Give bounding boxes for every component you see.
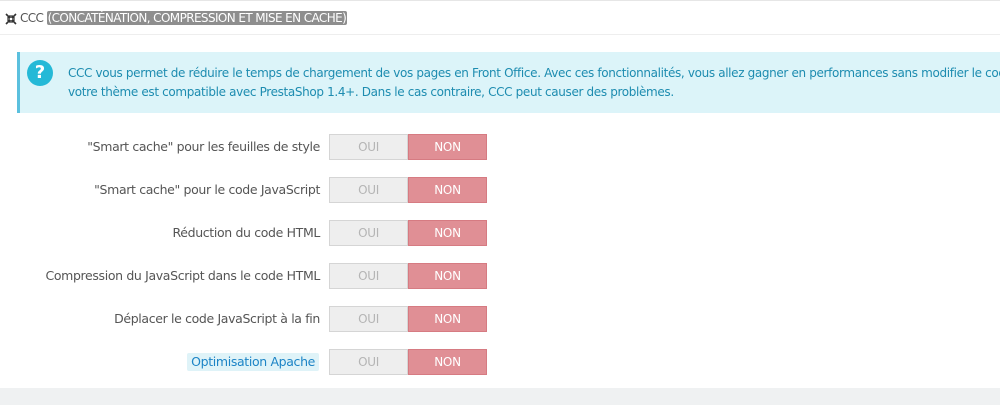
panel-heading: CCC (CONCATÉNATION, COMPRESSION ET MISE …	[0, 1, 1000, 35]
setting-row-defer-js: Déplacer le code JavaScript à la fin OUI…	[0, 306, 1000, 332]
smart-cache-js-switch[interactable]: OUI NON	[329, 177, 487, 203]
ccc-panel: CCC (CONCATÉNATION, COMPRESSION ET MISE …	[0, 0, 1000, 388]
question-icon: ?	[27, 60, 53, 86]
smart-cache-css-switch[interactable]: OUI NON	[329, 134, 487, 160]
setting-label-smart-cache-js: "Smart cache" pour le code JavaScript	[94, 182, 320, 197]
defer-js-switch[interactable]: OUI NON	[329, 306, 487, 332]
apache-optim-yes-option[interactable]: OUI	[329, 349, 408, 375]
inline-js-compress-no-option[interactable]: NON	[408, 263, 487, 289]
apache-optim-no-option[interactable]: NON	[408, 349, 487, 375]
setting-label-defer-js: Déplacer le code JavaScript à la fin	[114, 311, 320, 326]
smart-cache-js-yes-option[interactable]: OUI	[329, 177, 408, 203]
panel-title: CCC (CONCATÉNATION, COMPRESSION ET MISE …	[20, 10, 348, 26]
setting-label-apache-optim[interactable]: Optimisation Apache	[187, 353, 319, 371]
setting-row-smart-cache-js: "Smart cache" pour le code JavaScript OU…	[0, 177, 1000, 203]
setting-row-inline-js-compress: Compression du JavaScript dans le code H…	[0, 263, 1000, 289]
setting-label-html-minify: Réduction du code HTML	[172, 225, 321, 240]
defer-js-no-option[interactable]: NON	[408, 306, 487, 332]
setting-label-smart-cache-css: "Smart cache" pour les feuilles de style	[87, 139, 320, 154]
panel-title-prefix: CCC	[20, 11, 44, 25]
setting-label-inline-js-compress: Compression du JavaScript dans le code H…	[45, 268, 320, 283]
alert-line-1: CCC vous permet de réduire le temps de c…	[68, 66, 1000, 80]
setting-row-apache-optim: Optimisation Apache OUI NON	[0, 349, 1000, 375]
inline-js-compress-yes-option[interactable]: OUI	[329, 263, 408, 289]
setting-row-html-minify: Réduction du code HTML OUI NON	[0, 220, 1000, 246]
alert-line-2: votre thème est compatible avec PrestaSh…	[68, 85, 674, 99]
html-minify-yes-option[interactable]: OUI	[329, 220, 408, 246]
setting-row-smart-cache-css: "Smart cache" pour les feuilles de style…	[0, 134, 1000, 160]
smart-cache-js-no-option[interactable]: NON	[408, 177, 487, 203]
html-minify-no-option[interactable]: NON	[408, 220, 487, 246]
apache-optim-switch[interactable]: OUI NON	[329, 349, 487, 375]
inline-js-compress-switch[interactable]: OUI NON	[329, 263, 487, 289]
panel-title-sub: (CONCATÉNATION, COMPRESSION ET MISE EN C…	[46, 11, 348, 25]
smart-cache-css-yes-option[interactable]: OUI	[329, 134, 408, 160]
html-minify-switch[interactable]: OUI NON	[329, 220, 487, 246]
alert-text: CCC vous permet de réduire le temps de c…	[68, 64, 1000, 102]
info-alert: ? CCC vous permet de réduire le temps de…	[17, 52, 1000, 113]
defer-js-yes-option[interactable]: OUI	[329, 306, 408, 332]
smart-cache-css-no-option[interactable]: NON	[408, 134, 487, 160]
arrows-collapse-icon	[5, 13, 17, 25]
